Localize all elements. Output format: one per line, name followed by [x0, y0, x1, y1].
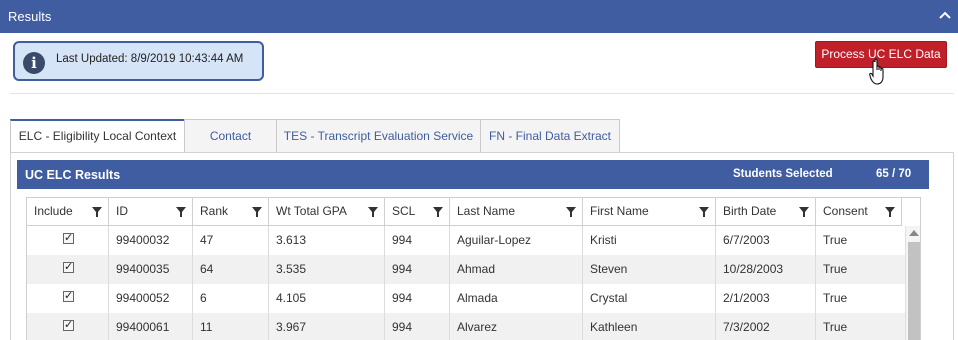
filter-icon[interactable]	[176, 207, 186, 217]
column-header-consent[interactable]: Consent	[816, 198, 902, 226]
id-cell: 99400061	[109, 313, 193, 340]
filter-icon[interactable]	[566, 207, 576, 217]
id-cell: 99400052	[109, 284, 193, 313]
first-name-cell: Kristi	[583, 226, 716, 255]
id-cell: 99400035	[109, 255, 193, 284]
last-updated-text: Last Updated: 8/9/2019 10:43:44 AM	[56, 53, 244, 65]
tab-tes[interactable]: TES - Transcript Evaluation Service	[276, 119, 481, 153]
filter-icon[interactable]	[92, 207, 102, 217]
rank-cell: 64	[193, 255, 269, 284]
gpa-cell: 4.105	[269, 284, 385, 313]
column-header-birth-date[interactable]: Birth Date	[716, 198, 816, 226]
birth-date-cell: 6/7/2003	[716, 226, 816, 255]
results-header[interactable]: Results	[0, 0, 958, 33]
scroll-up-icon[interactable]	[909, 230, 919, 236]
first-name-cell: Crystal	[583, 284, 716, 313]
check-icon: ✓	[64, 289, 74, 302]
grid-scrollbar[interactable]	[905, 226, 920, 340]
include-cell: ✓	[27, 226, 109, 255]
column-header-rank[interactable]: Rank	[193, 198, 269, 226]
scroll-thumb[interactable]	[908, 242, 920, 340]
section-divider	[10, 93, 954, 94]
first-name-cell: Steven	[583, 255, 716, 284]
column-header-last-name[interactable]: Last Name	[450, 198, 583, 226]
results-grid: Include ID Rank Wt Total GPA SCL Last Na…	[26, 197, 921, 340]
check-icon: ✓	[64, 231, 74, 244]
column-header-include[interactable]: Include	[27, 198, 109, 226]
first-name-cell: Kathleen	[583, 313, 716, 340]
rank-cell: 47	[193, 226, 269, 255]
check-icon: ✓	[64, 260, 74, 273]
filter-icon[interactable]	[433, 207, 443, 217]
consent-cell: True	[823, 233, 848, 247]
gpa-cell: 3.535	[269, 255, 385, 284]
include-cell: ✓	[27, 313, 109, 340]
results-title: UC ELC Results	[25, 168, 121, 182]
gpa-cell: 3.613	[269, 226, 385, 255]
column-header-first-name[interactable]: First Name	[583, 198, 716, 226]
filter-icon[interactable]	[699, 207, 709, 217]
scl-cell: 994	[385, 226, 450, 255]
consent-cell: True	[823, 262, 848, 276]
table-row[interactable]: ✓ 99400052 6 4.105 994 Almada Crystal 2/…	[27, 284, 905, 313]
include-cell: ✓	[27, 284, 109, 313]
last-name-cell: Ahmad	[450, 255, 583, 284]
gpa-cell: 3.967	[269, 313, 385, 340]
include-checkbox[interactable]: ✓	[63, 289, 74, 302]
table-row[interactable]: ✓ 99400032 47 3.613 994 Aguilar-Lopez Kr…	[27, 226, 905, 255]
include-cell: ✓	[27, 255, 109, 284]
id-cell: 99400032	[109, 226, 193, 255]
check-icon: ✓	[64, 318, 74, 331]
last-name-cell: Almada	[450, 284, 583, 313]
consent-cell: True	[823, 291, 848, 305]
birth-date-cell: 2/1/2003	[716, 284, 816, 313]
include-checkbox[interactable]: ✓	[63, 260, 74, 273]
filter-icon[interactable]	[885, 207, 895, 217]
filter-icon[interactable]	[368, 207, 378, 217]
chevron-up-icon[interactable]	[938, 9, 952, 23]
table-row[interactable]: ✓ 99400035 64 3.535 994 Ahmad Steven 10/…	[27, 255, 905, 284]
scl-cell: 994	[385, 284, 450, 313]
filter-icon[interactable]	[252, 207, 262, 217]
scl-cell: 994	[385, 313, 450, 340]
column-header-wt-total-gpa[interactable]: Wt Total GPA	[269, 198, 385, 226]
consent-cell: True	[823, 320, 848, 334]
scl-cell: 994	[385, 255, 450, 284]
tab-fn[interactable]: FN - Final Data Extract	[480, 119, 620, 153]
last-name-cell: Alvarez	[450, 313, 583, 340]
last-name-cell: Aguilar-Lopez	[450, 226, 583, 255]
column-header-scl[interactable]: SCL	[385, 198, 450, 226]
include-checkbox[interactable]: ✓	[63, 231, 74, 244]
uc-elc-results-bar: UC ELC Results Students Selected 65 / 70	[17, 160, 929, 189]
tab-elc[interactable]: ELC - Eligibility Local Context	[10, 119, 185, 153]
table-row[interactable]: ✓ 99400061 11 3.967 994 Alvarez Kathleen…	[27, 313, 905, 340]
filter-icon[interactable]	[799, 207, 809, 217]
rank-cell: 6	[193, 284, 269, 313]
include-checkbox[interactable]: ✓	[63, 318, 74, 331]
info-icon: i	[23, 52, 45, 74]
selected-count: 65 / 70	[876, 168, 912, 180]
birth-date-cell: 10/28/2003	[716, 255, 816, 284]
birth-date-cell: 7/3/2002	[716, 313, 816, 340]
students-selected-label: Students Selected	[733, 168, 833, 180]
column-header-id[interactable]: ID	[109, 198, 193, 226]
results-header-title: Results	[8, 9, 52, 24]
tab-contact[interactable]: Contact	[184, 119, 277, 153]
rank-cell: 11	[193, 313, 269, 340]
hand-cursor-icon	[869, 58, 884, 85]
last-updated-notice: i Last Updated: 8/9/2019 10:43:44 AM	[13, 41, 264, 81]
grid-header-row: Include ID Rank Wt Total GPA SCL Last Na…	[27, 198, 905, 226]
